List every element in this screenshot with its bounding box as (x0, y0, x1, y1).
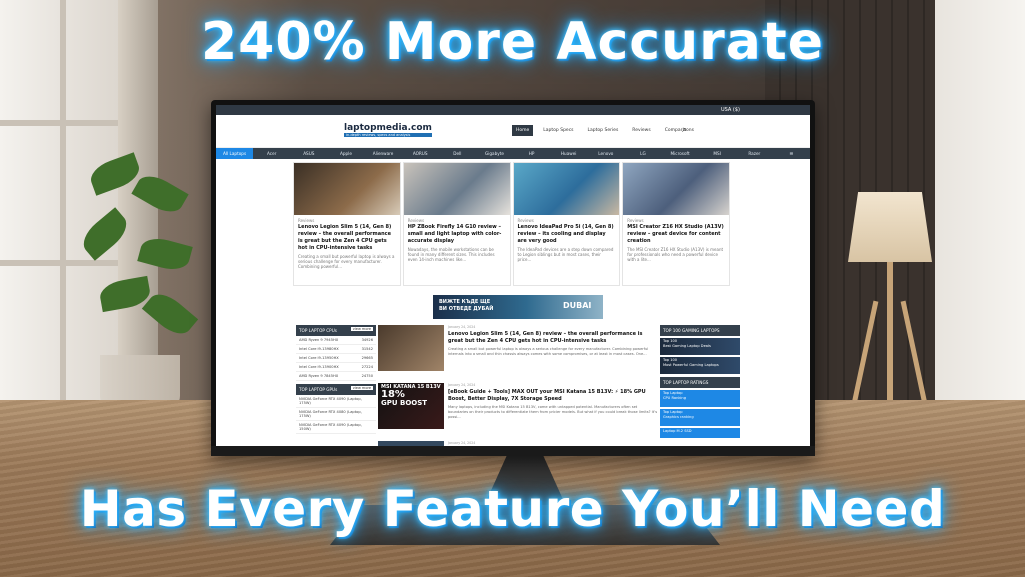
brand-all-laptops[interactable]: All Laptops (216, 148, 254, 159)
article-thumbnail[interactable] (378, 325, 444, 371)
left-sidebar: TOP LAPTOP CPUs view more AMD Ryzen 9 79… (296, 325, 376, 434)
brand-alienware[interactable]: Alienware (365, 151, 402, 156)
nav-laptop-series[interactable]: Laptop Series (584, 125, 623, 136)
review-card[interactable]: Reviews Lenovo IdeaPad Pro 5i (14, Gen 8… (512, 162, 621, 286)
gpu-widget-header: TOP LAPTOP GPUs view more (296, 384, 376, 395)
review-card[interactable]: Reviews Lenovo Legion Slim 5 (14, Gen 8)… (293, 162, 401, 286)
gaming-link[interactable]: Top 100 Best Gaming Laptop Deals (660, 338, 740, 355)
ratings-widget-header: TOP LAPTOP RATINGS (660, 377, 740, 388)
brand-apple[interactable]: Apple (327, 151, 364, 156)
nav-home[interactable]: Home (512, 125, 534, 136)
gpu-row[interactable]: NVIDIA GeForce RTX 4090 (Laptop, 150W) (296, 421, 376, 434)
brand-dell[interactable]: Dell (439, 151, 476, 156)
cpu-row[interactable]: Intel Core i9-13950HX 29665 (296, 354, 376, 363)
rating-link[interactable]: Laptop M.2 SSD (660, 428, 740, 438)
rating-link[interactable]: Top Laptop Graphics ranking (660, 409, 740, 426)
nav-comparisons[interactable]: Comparisons (661, 125, 698, 136)
plant (76, 150, 200, 370)
cpu-row[interactable]: AMD Ryzen 9 7845HX 24750 (296, 372, 376, 381)
gpu-row[interactable]: NVIDIA GeForce RTX 4080 (Laptop, 175W) (296, 408, 376, 421)
brand-bar: All Laptops Acer ASUS Apple Alienware AO… (216, 148, 810, 159)
article-item[interactable]: January 24, 2024 Lenovo Legion Slim 5 (1… (378, 325, 658, 381)
gpu-row[interactable]: NVIDIA GeForce RTX 4090 (Laptop, 175W) (296, 395, 376, 408)
brand-aorus[interactable]: AORUS (402, 151, 439, 156)
site-logo[interactable]: laptopmedia.com in-depth reviews, specs … (344, 123, 432, 137)
monitor-screen: USA ($) laptopmedia.com in-depth reviews… (216, 105, 810, 446)
brand-lenovo[interactable]: Lenovo (587, 151, 624, 156)
brand-msi[interactable]: MSI (699, 151, 736, 156)
ad-banner[interactable]: ВИЖТЕ КЪДЕ ЩЕ ВИ ОТВЕДЕ ДУБАЙ DUBAI (433, 295, 603, 319)
review-card[interactable]: Reviews MSI Creator Z16 HX Studio (A13V)… (622, 162, 730, 286)
view-more-button[interactable]: view more (350, 327, 373, 331)
monitor: USA ($) laptopmedia.com in-depth reviews… (211, 100, 815, 456)
gaming-link[interactable]: Top 100 Most Powerful Gaming Laptops (660, 357, 740, 374)
main-nav: Home Laptop Specs Laptop Series Reviews … (512, 125, 698, 136)
lower-section: TOP LAPTOP CPUs view more AMD Ryzen 9 79… (296, 325, 740, 446)
view-more-button[interactable]: view more (350, 386, 373, 390)
site-header: laptopmedia.com in-depth reviews, specs … (216, 115, 810, 148)
headline-bottom: Has Every Feature You’ll Need (79, 480, 946, 538)
brand-razer[interactable]: Razer (736, 151, 773, 156)
brand-gigabyte[interactable]: Gigabyte (476, 151, 513, 156)
article-item[interactable]: MSI KATANA 15 B13V 18% GPU BOOST January… (378, 383, 658, 439)
brand-lg[interactable]: LG (624, 151, 661, 156)
laptop-image (403, 163, 510, 215)
brand-hp[interactable]: HP (513, 151, 550, 156)
brand-asus[interactable]: ASUS (290, 151, 327, 156)
article-feed: January 24, 2024 Lenovo Legion Slim 5 (1… (378, 325, 658, 446)
menu-icon[interactable]: ☰ (773, 151, 810, 156)
review-card[interactable]: Reviews HP ZBook Firefly 14 G10 review –… (402, 162, 511, 286)
right-sidebar: TOP 100 GAMING LAPTOPS Top 100 Best Gamin… (660, 325, 740, 438)
brand-microsoft[interactable]: Microsoft (662, 151, 699, 156)
brand-acer[interactable]: Acer (253, 151, 290, 156)
gaming-widget-header: TOP 100 GAMING LAPTOPS (660, 325, 740, 336)
featured-reviews: Reviews Lenovo Legion Slim 5 (14, Gen 8)… (216, 159, 810, 286)
cpu-row[interactable]: Intel Core i9-13900HX 27224 (296, 363, 376, 372)
cpu-row[interactable]: Intel Core i9-13980HX 31542 (296, 345, 376, 354)
rating-link[interactable]: Top Laptop CPU Ranking (660, 390, 740, 407)
nav-reviews[interactable]: Reviews (628, 125, 654, 136)
article-thumbnail[interactable]: MSI KATANA 15 B13V 18% GPU BOOST (378, 383, 444, 429)
monitor-bezel (211, 446, 815, 456)
search-icon[interactable]: ⌕ (682, 125, 687, 135)
lamp-shade (848, 192, 932, 262)
laptop-image (294, 163, 400, 215)
cpu-widget-header: TOP LAPTOP CPUs view more (296, 325, 376, 336)
cpu-row[interactable]: AMD Ryzen 9 7945HX 34926 (296, 336, 376, 345)
brand-huawei[interactable]: Huawei (550, 151, 587, 156)
locale-selector[interactable]: USA ($) (216, 105, 810, 115)
headline-top: 240% More Accurate (200, 12, 824, 72)
nav-laptop-specs[interactable]: Laptop Specs (539, 125, 577, 136)
laptop-image (623, 163, 729, 215)
laptop-image (513, 163, 620, 215)
